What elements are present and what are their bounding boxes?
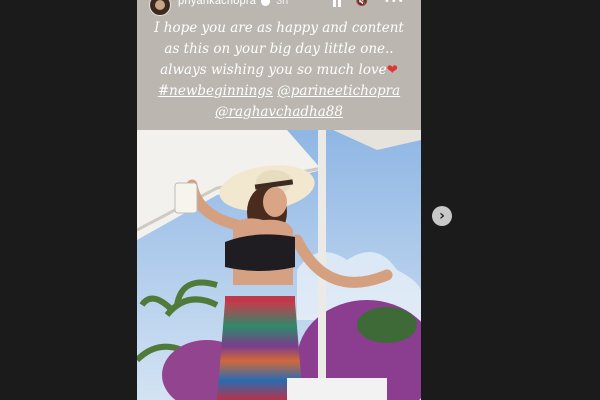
- pause-icon[interactable]: [330, 0, 344, 8]
- hashtag-link[interactable]: #newbeginnings: [158, 83, 273, 99]
- mention-link[interactable]: @raghavchadha88: [215, 104, 343, 120]
- story-photo: [137, 130, 421, 400]
- story-viewer[interactable]: priyankachopra 3h 🔇 ••• I hope you are a…: [137, 0, 421, 400]
- caption-line: I hope you are as happy and content: [154, 20, 404, 36]
- verified-badge-icon: [261, 0, 270, 6]
- avatar[interactable]: [149, 0, 171, 16]
- story-caption: I hope you are as happy and content as t…: [147, 18, 411, 123]
- username[interactable]: priyankachopra: [178, 0, 256, 7]
- left-backdrop: [0, 0, 137, 400]
- foliage: [357, 307, 417, 343]
- wine-glass: [174, 182, 198, 214]
- more-options-icon[interactable]: •••: [384, 0, 404, 8]
- lounger: [287, 378, 387, 400]
- story-header: priyankachopra 3h 🔇 •••: [137, 0, 421, 16]
- caption-line-with-heart: always wishing you so much love❤: [147, 60, 411, 81]
- caption-line: always wishing you so much love: [160, 62, 387, 78]
- right-backdrop: [421, 0, 600, 400]
- caption-tags: #newbeginnings @parineetichopra: [147, 81, 411, 102]
- face: [263, 187, 287, 217]
- next-story-button[interactable]: ›: [432, 206, 452, 226]
- mute-icon[interactable]: 🔇: [355, 0, 369, 8]
- caption-line: as this on your big day little one..: [164, 41, 394, 57]
- mention-link[interactable]: @parineetichopra: [277, 83, 400, 99]
- heart-icon: ❤: [386, 62, 398, 78]
- black-top: [225, 234, 295, 271]
- timestamp: 3h: [276, 0, 289, 7]
